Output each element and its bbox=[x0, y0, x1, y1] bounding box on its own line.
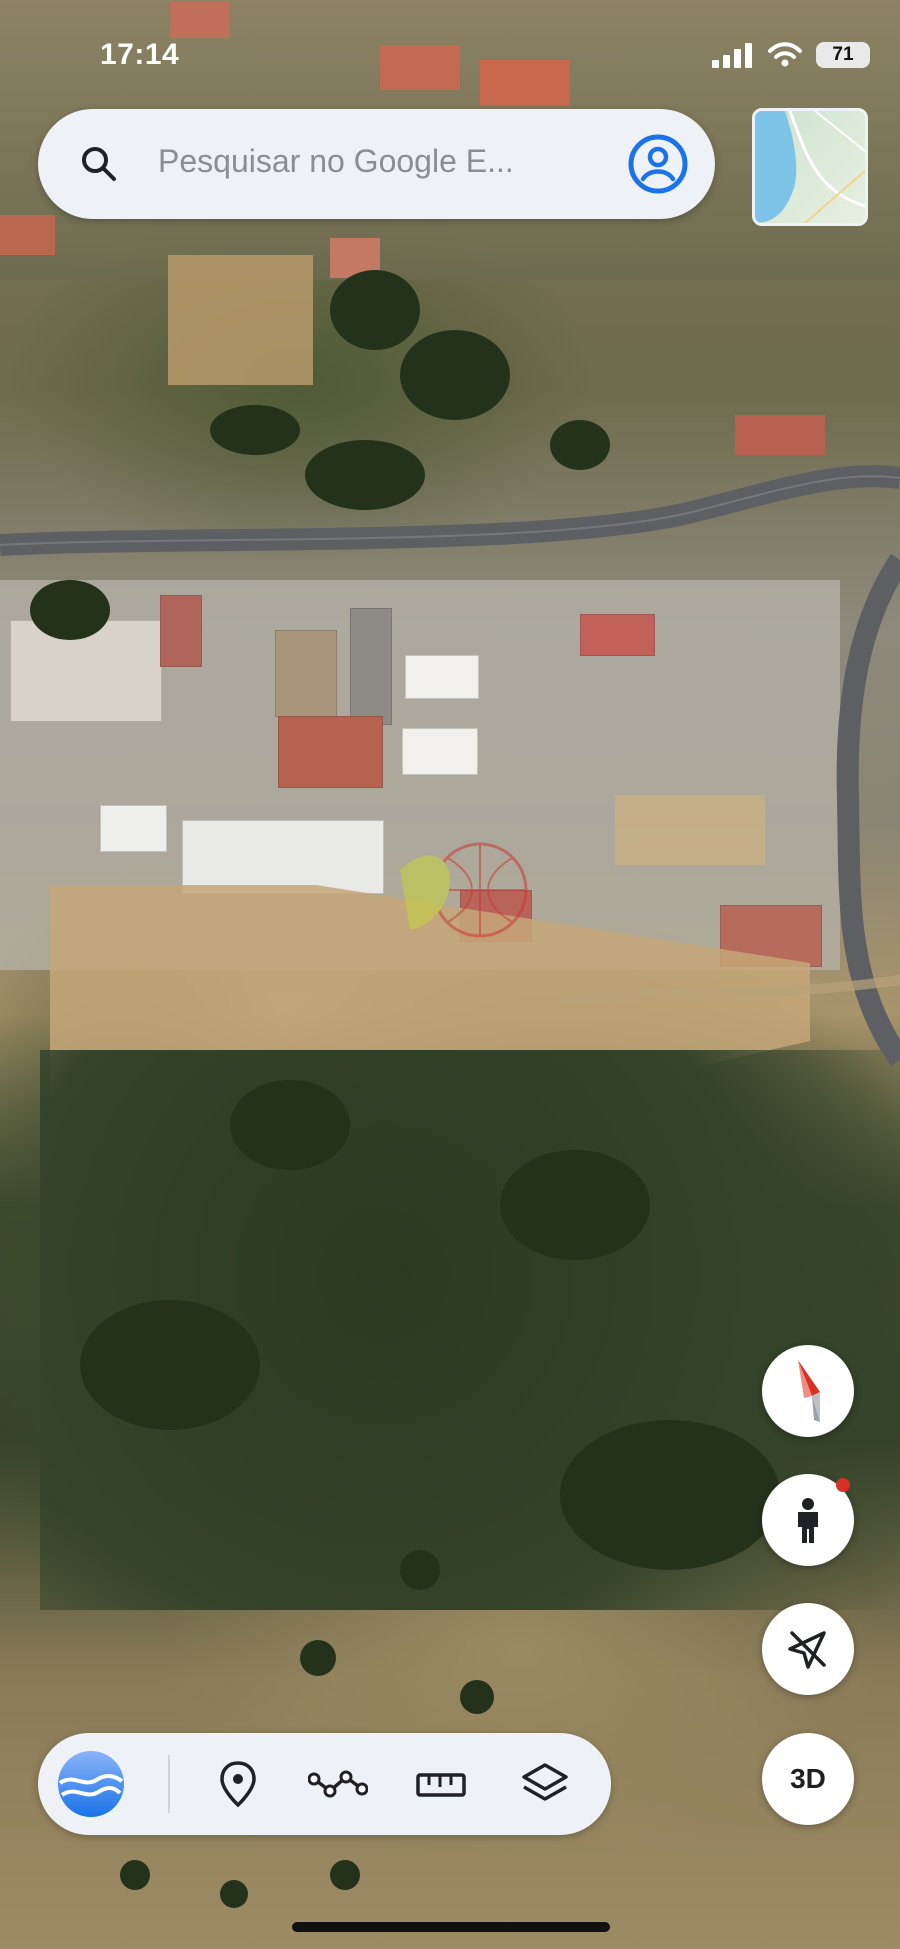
toolbar-divider bbox=[168, 1755, 170, 1813]
roof bbox=[380, 45, 460, 90]
map-layer-thumbnail[interactable] bbox=[752, 108, 868, 226]
roof bbox=[480, 60, 570, 106]
earth-logo-icon[interactable] bbox=[56, 1749, 126, 1819]
notification-dot bbox=[836, 1478, 850, 1492]
building bbox=[350, 608, 392, 725]
building bbox=[402, 728, 478, 775]
field-right bbox=[615, 795, 765, 865]
wifi-icon bbox=[768, 42, 802, 67]
roof bbox=[170, 2, 230, 38]
watermark-logo bbox=[400, 842, 528, 938]
building bbox=[275, 630, 337, 717]
tree bbox=[210, 405, 300, 455]
building bbox=[160, 595, 202, 667]
status-icons: 71 bbox=[712, 42, 870, 68]
tree bbox=[400, 330, 510, 420]
tree bbox=[560, 1420, 780, 1570]
building bbox=[405, 655, 479, 699]
dry-plot bbox=[168, 255, 313, 385]
ruler-icon[interactable] bbox=[416, 1759, 466, 1809]
roof bbox=[735, 415, 825, 455]
bottom-toolbar bbox=[38, 1733, 611, 1835]
compass-icon bbox=[798, 1360, 820, 1422]
layers-icon[interactable] bbox=[520, 1759, 570, 1809]
my-location-button[interactable] bbox=[762, 1603, 854, 1695]
tree bbox=[400, 1550, 440, 1590]
home-indicator[interactable] bbox=[292, 1922, 610, 1932]
search-icon bbox=[82, 147, 116, 181]
search-bar[interactable]: Pesquisar no Google E... bbox=[38, 109, 715, 219]
tree bbox=[550, 420, 610, 470]
street-view-button[interactable] bbox=[762, 1474, 854, 1566]
map-thumbnail-icon bbox=[755, 111, 865, 223]
battery-icon: 71 bbox=[816, 42, 870, 68]
location-off-icon bbox=[788, 1631, 826, 1669]
building bbox=[100, 805, 167, 852]
tree bbox=[330, 270, 420, 350]
roof bbox=[0, 215, 55, 255]
tree bbox=[460, 1680, 494, 1714]
search-input[interactable]: Pesquisar no Google E... bbox=[158, 143, 514, 180]
compass-button[interactable] bbox=[762, 1345, 854, 1437]
tree bbox=[80, 1300, 260, 1430]
tree bbox=[30, 580, 110, 640]
tree bbox=[120, 1860, 150, 1890]
tree bbox=[305, 440, 425, 510]
status-time: 17:14 bbox=[100, 38, 180, 71]
tree bbox=[220, 1880, 248, 1908]
account-icon[interactable] bbox=[627, 133, 689, 195]
tree bbox=[330, 1860, 360, 1890]
three-d-button[interactable]: 3D bbox=[762, 1733, 854, 1825]
path-icon[interactable] bbox=[308, 1759, 368, 1809]
pegman-icon bbox=[798, 1498, 818, 1543]
building bbox=[580, 614, 655, 656]
building bbox=[278, 716, 383, 788]
place-pin-icon[interactable] bbox=[213, 1759, 263, 1809]
tree bbox=[500, 1150, 650, 1260]
building bbox=[182, 820, 384, 894]
cellular-signal-icon bbox=[712, 43, 752, 68]
tree bbox=[300, 1640, 336, 1676]
tree bbox=[230, 1080, 350, 1170]
